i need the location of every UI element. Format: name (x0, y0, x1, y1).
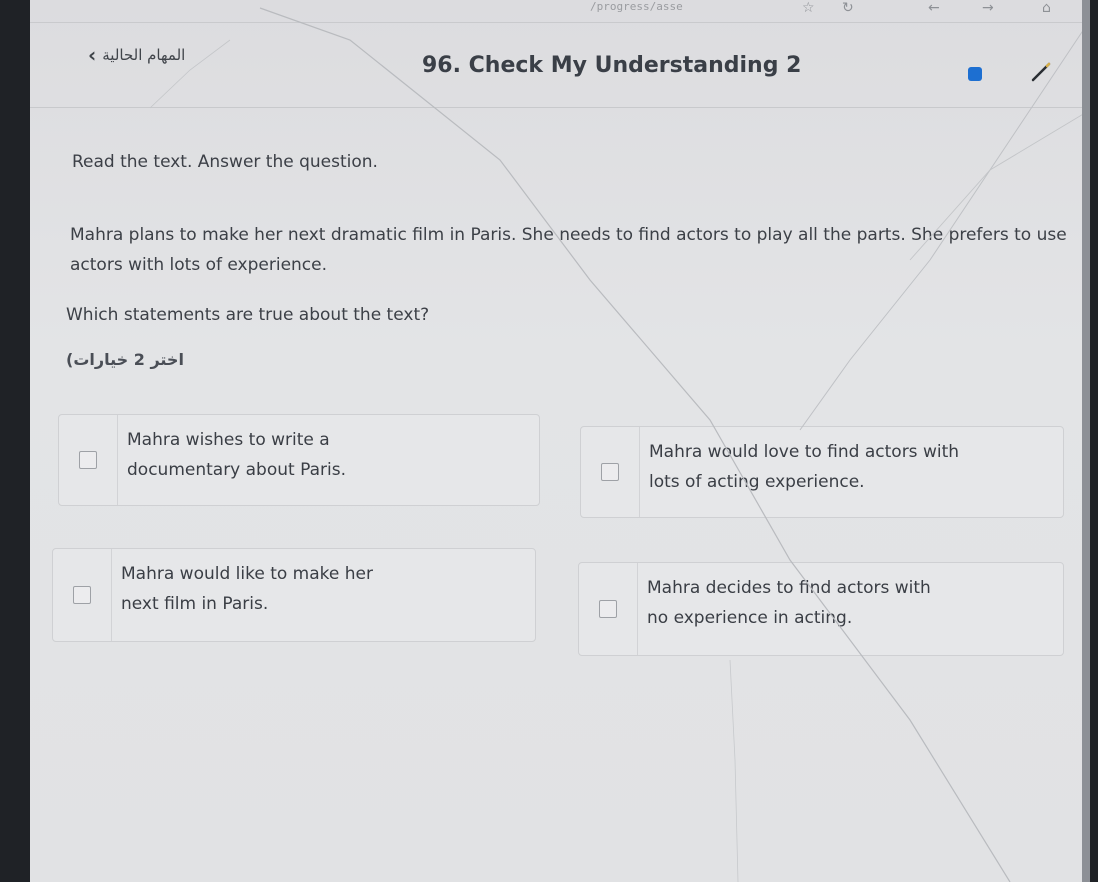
checkbox-cell (579, 563, 638, 655)
page-header: ‹ المهام الحالية 96. Check My Understand… (30, 23, 1090, 107)
checkbox-cell (59, 415, 118, 505)
checkbox[interactable] (79, 451, 97, 469)
app-screen: /progress/asse ☆ ↻ ← → ⌂ ‹ المهام الحالي… (30, 0, 1090, 882)
pencil-icon[interactable] (1030, 61, 1052, 83)
checkbox[interactable] (599, 600, 617, 618)
page-title: 96. Check My Understanding 2 (422, 53, 802, 78)
checkbox[interactable] (73, 586, 91, 604)
selection-hint: اختر 2 خيارات) (66, 350, 184, 369)
option-label: Mahra would love to find actors with lot… (649, 442, 960, 492)
reload-icon[interactable]: ↻ (842, 0, 854, 16)
answer-option-1[interactable]: Mahra wishes to write a documentary abou… (58, 414, 540, 506)
url-bar[interactable]: /progress/asse (590, 0, 683, 13)
answer-option-2[interactable]: Mahra would love to find actors with lot… (580, 426, 1064, 518)
translate-tool-icon[interactable] (968, 67, 982, 81)
browser-toolbar: /progress/asse ☆ ↻ ← → ⌂ (30, 0, 1090, 20)
instruction-text: Read the text. Answer the question. (72, 152, 378, 172)
answer-option-3[interactable]: Mahra would like to make her next film i… (52, 548, 536, 642)
checkbox-cell (581, 427, 640, 517)
checkbox[interactable] (601, 463, 619, 481)
forward-arrow-icon[interactable]: → (982, 0, 994, 16)
checkbox-cell (53, 549, 112, 641)
home-icon[interactable]: ⌂ (1042, 0, 1051, 16)
question-text: Which statements are true about the text… (66, 305, 430, 325)
bookmark-star-icon[interactable]: ☆ (802, 0, 815, 16)
answer-option-4[interactable]: Mahra decides to find actors with no exp… (578, 562, 1064, 656)
option-label: Mahra would like to make her next film i… (121, 564, 373, 614)
screen-bezel-edge (1082, 0, 1090, 882)
back-to-tasks-button[interactable]: ‹ المهام الحالية (88, 45, 185, 65)
back-arrow-icon[interactable]: ← (928, 0, 940, 16)
chevron-left-icon: ‹ (88, 43, 97, 67)
header-divider (30, 107, 1090, 108)
option-label: Mahra decides to find actors with no exp… (647, 578, 931, 628)
back-label: المهام الحالية (102, 46, 186, 64)
reading-passage: Mahra plans to make her next dramatic fi… (70, 225, 1067, 275)
option-label: Mahra wishes to write a documentary abou… (127, 430, 346, 480)
